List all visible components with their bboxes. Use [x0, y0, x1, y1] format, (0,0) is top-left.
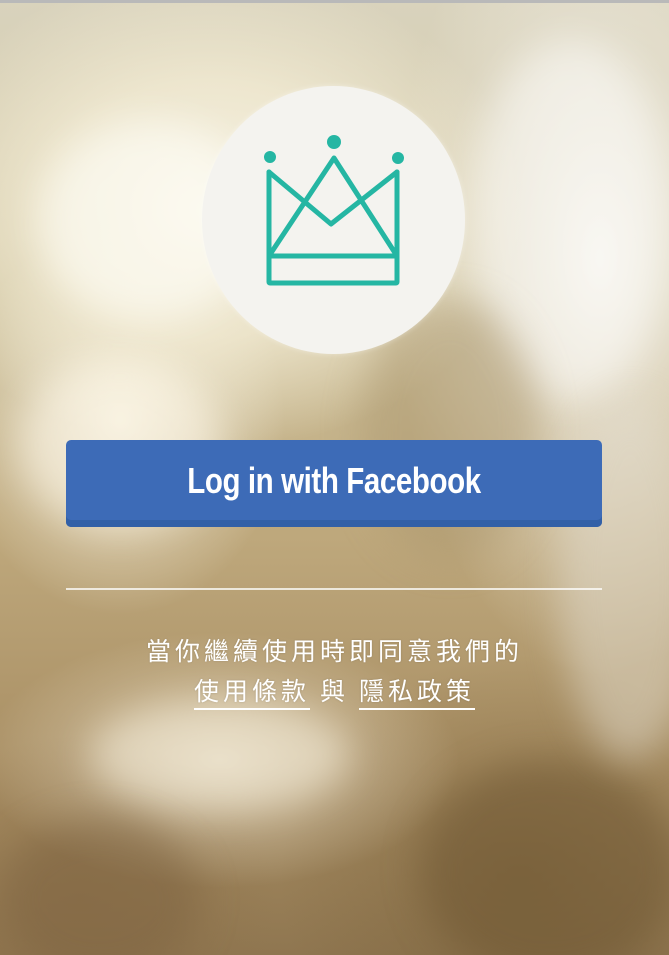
terms-links: 使用條款與隱私政策: [0, 672, 669, 710]
divider: [66, 588, 602, 590]
crown-icon: [264, 135, 404, 286]
facebook-login-label: Log in with Facebook: [187, 459, 481, 501]
app-logo: [202, 86, 465, 354]
terms-conjunction: 與: [319, 677, 349, 706]
terms-of-use-link[interactable]: 使用條款: [193, 677, 310, 710]
status-bar-line: [0, 0, 669, 3]
terms-notice: 當你繼續使用時即同意我們的: [145, 637, 523, 666]
facebook-login-button[interactable]: Log in with Facebook: [66, 440, 602, 527]
privacy-policy-link[interactable]: 隱私政策: [359, 677, 476, 710]
